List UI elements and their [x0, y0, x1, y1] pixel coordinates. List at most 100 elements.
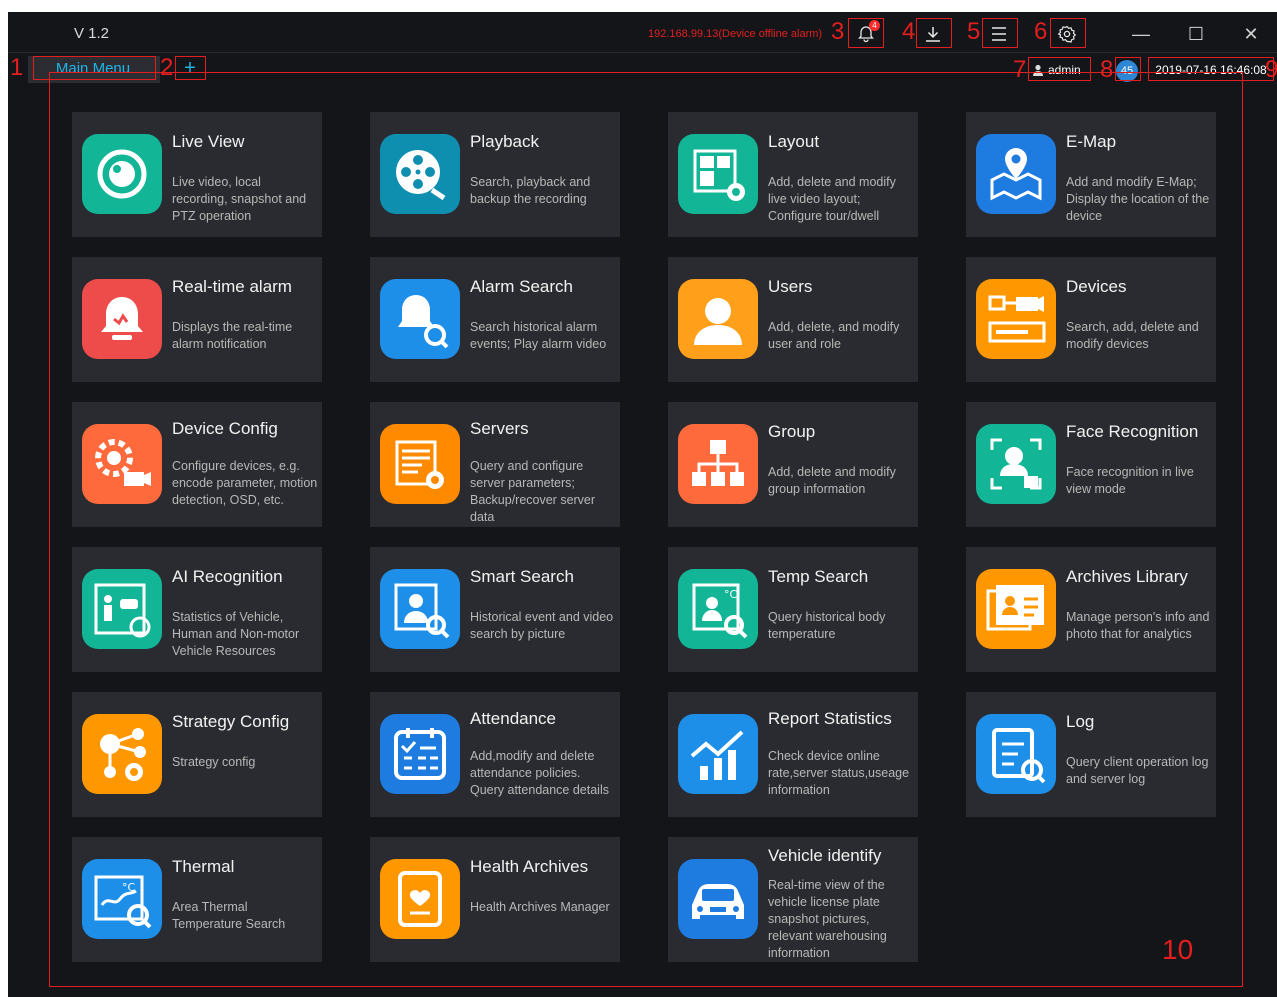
module-card-vehicle-identify[interactable]: Vehicle identify Real-time view of the ve… [668, 837, 918, 962]
module-card-title: Live View [172, 132, 245, 151]
module-card-description: Add, delete and modify group information [768, 465, 896, 496]
svg-text:°C: °C [122, 881, 136, 894]
annotation-box-3 [848, 18, 884, 48]
layout-icon [678, 134, 758, 214]
report-icon [678, 714, 758, 794]
module-card-strategy-config[interactable]: Strategy Config Strategy config [72, 692, 322, 817]
module-card-device-config[interactable]: Device Config Configure devices, e.g. enc… [72, 402, 322, 527]
strategy-icon [82, 714, 162, 794]
module-card-title: Archives Library [1066, 567, 1188, 586]
module-card-title: Real-time alarm [172, 277, 292, 296]
annotation-6: 6 [1034, 18, 1048, 45]
annotation-box-5 [982, 18, 1018, 48]
health-archives-icon [380, 859, 460, 939]
module-card-layout[interactable]: Layout Add, delete and modify live video … [668, 112, 918, 237]
module-card-thermal[interactable]: °C Thermal Area Thermal Temperature Search [72, 837, 322, 962]
module-card-description: Health Archives Manager [470, 900, 610, 914]
module-card-title: Health Archives [470, 857, 589, 876]
user-icon [678, 279, 758, 359]
group-icon [678, 424, 758, 504]
module-card-description: Add, delete, and modify user and role [768, 320, 900, 351]
close-button[interactable]: ✕ [1236, 22, 1266, 46]
smart-search-icon [380, 569, 460, 649]
module-card-description: Live video, local recording, snapshot an… [172, 175, 307, 223]
module-card-description: Query and configure server parameters; B… [470, 459, 596, 524]
module-card-title: Smart Search [470, 567, 574, 586]
module-card-health-archives[interactable]: Health Archives Health Archives Manager [370, 837, 620, 962]
module-card-alarm-search[interactable]: Alarm Search Search historical alarm even… [370, 257, 620, 382]
module-card-description: Add and modify E-Map; Display the locati… [1066, 175, 1210, 223]
annotation-10: 10 [1162, 934, 1194, 965]
devices-icon [976, 279, 1056, 359]
module-card-real-time-alarm[interactable]: Real-time alarm Displays the real-time al… [72, 257, 322, 382]
module-card-ai-recognition[interactable]: AI Recognition Statistics of Vehicle, Hum… [72, 547, 322, 672]
alarm-bell-icon [82, 279, 162, 359]
module-card-title: Group [768, 422, 816, 441]
module-card-title: E-Map [1066, 132, 1117, 151]
attendance-icon [380, 714, 460, 794]
module-card-description: Statistics of Vehicle, Human and Non-mot… [172, 610, 300, 658]
playback-icon [380, 134, 460, 214]
module-card-description: Search, playback and backup the recordin… [470, 175, 591, 206]
device-config-icon [82, 424, 162, 504]
module-card-title: Strategy Config [172, 712, 290, 731]
module-card-live-view[interactable]: Live View Live video, local recording, sn… [72, 112, 322, 237]
module-card-description: Query client operation log and server lo… [1066, 755, 1209, 786]
module-card-title: Face Recognition [1066, 422, 1199, 441]
module-card-users[interactable]: Users Add, delete, and modify user and ro… [668, 257, 918, 382]
face-recognition-icon [976, 424, 1056, 504]
annotation-box-4 [916, 18, 952, 48]
module-card-title: Users [768, 277, 813, 296]
annotation-5: 5 [967, 18, 981, 45]
module-card-title: Layout [768, 132, 820, 151]
servers-icon [380, 424, 460, 504]
module-card-temp-search[interactable]: °C Temp Search Query historical body tempe… [668, 547, 918, 672]
module-card-description: Manage person's info and photo that for … [1066, 610, 1210, 641]
module-card-title: Playback [470, 132, 539, 151]
log-icon [976, 714, 1056, 794]
ai-recognition-icon [82, 569, 162, 649]
svg-text:°C: °C [724, 588, 738, 601]
module-card-report-statistics[interactable]: Report Statistics Check device online rat… [668, 692, 918, 817]
module-card-title: Servers [470, 419, 529, 438]
module-card-description: Search historical alarm events; Play ala… [470, 320, 607, 351]
map-icon [976, 134, 1056, 214]
module-card-title: Vehicle identify [768, 846, 882, 865]
module-card-face-recognition[interactable]: Face Recognition Face recognition in live… [966, 402, 1216, 527]
module-card-description: Add,modify and delete attendance policie… [470, 749, 609, 797]
module-card-description: Query historical body temperature [768, 610, 886, 641]
module-card-description: Historical event and video search by pic… [470, 610, 614, 641]
vehicle-icon [678, 859, 758, 939]
module-card-devices[interactable]: Devices Search, add, delete and modify de… [966, 257, 1216, 382]
annotation-box-6 [1050, 18, 1086, 48]
thermal-icon: °C [82, 859, 162, 939]
app-version: V 1.2 [74, 25, 110, 42]
archives-icon [976, 569, 1056, 649]
module-card-attendance[interactable]: Attendance Add,modify and delete attendan… [370, 692, 620, 817]
annotation-1: 1 [10, 54, 24, 81]
annotation-3: 3 [831, 18, 845, 45]
module-card-archives-library[interactable]: Archives Library Manage person's info and… [966, 547, 1216, 672]
module-card-title: Thermal [172, 857, 235, 876]
module-card-title: Temp Search [768, 567, 869, 586]
module-card-group[interactable]: Group Add, delete and modify group inform… [668, 402, 918, 527]
minimize-button[interactable]: — [1126, 22, 1156, 46]
module-card-title: Log [1066, 712, 1095, 731]
module-card-title: Device Config [172, 419, 278, 438]
live-view-icon [82, 134, 162, 214]
title-bar: V 1.2 192.168.99.13(Device offline alarm… [8, 12, 1277, 52]
module-card-description: Displays the real-time alarm notificatio… [172, 320, 293, 351]
module-card-title: Alarm Search [470, 277, 573, 296]
module-card-servers[interactable]: Servers Query and configure server parame… [370, 402, 620, 527]
offline-alarm-message[interactable]: 192.168.99.13(Device offline alarm) [648, 28, 822, 40]
module-card-log[interactable]: Log Query client operation log and server… [966, 692, 1216, 817]
module-card-description: Configure devices, e.g. encode parameter… [172, 459, 318, 507]
maximize-button[interactable]: ☐ [1181, 22, 1211, 46]
module-card-description: Real-time view of the vehicle license pl… [768, 878, 887, 960]
module-card-description: Strategy config [172, 755, 256, 769]
module-card-smart-search[interactable]: Smart Search Historical event and video s… [370, 547, 620, 672]
module-card-e-map[interactable]: E-Map Add and modify E-Map; Display the l… [966, 112, 1216, 237]
temp-search-icon: °C [678, 569, 758, 649]
module-card-description: Search, add, delete and modify devices [1066, 320, 1199, 351]
module-card-playback[interactable]: Playback Search, playback and backup the … [370, 112, 620, 237]
